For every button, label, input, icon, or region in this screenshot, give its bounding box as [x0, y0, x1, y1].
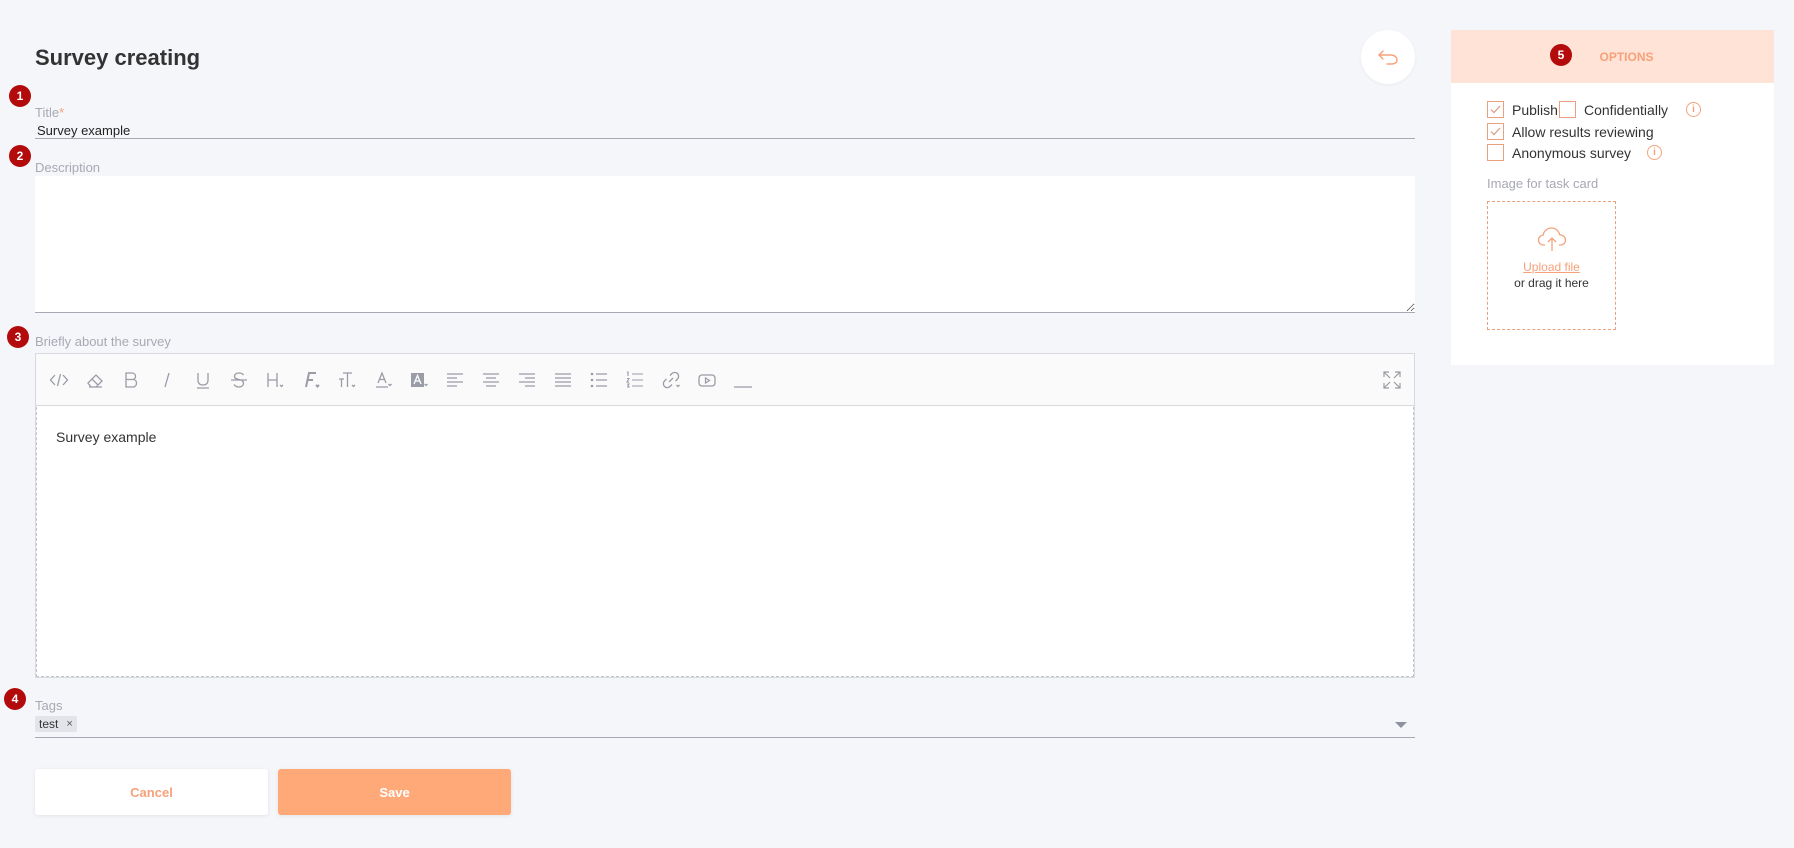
publish-label: Publish [1512, 101, 1558, 118]
step-badge-2: 2 [9, 145, 31, 167]
publish-option: Publish [1487, 101, 1558, 118]
font-size-icon [339, 372, 356, 388]
text-color-button[interactable] [368, 366, 398, 394]
anonymous-option: Anonymous survey [1487, 144, 1631, 161]
step-badge-4: 4 [4, 688, 26, 710]
strikethrough-icon [231, 372, 247, 388]
bold-button[interactable] [116, 366, 146, 394]
italic-icon [164, 372, 170, 388]
save-button[interactable]: Save [278, 769, 511, 815]
align-justify-button[interactable] [548, 366, 578, 394]
editor-toolbar [36, 354, 1414, 406]
options-title: OPTIONS [1599, 49, 1654, 64]
editor-content-area[interactable]: Survey example [36, 407, 1414, 677]
fullscreen-button[interactable] [1377, 366, 1407, 394]
title-underline [35, 138, 1415, 139]
align-right-button[interactable] [512, 366, 542, 394]
numbered-list-button[interactable] [620, 366, 650, 394]
anonymous-info-icon[interactable]: i [1647, 145, 1662, 160]
numbered-list-icon [626, 371, 643, 388]
highlight-button[interactable] [404, 366, 434, 394]
bullet-list-icon [590, 372, 607, 388]
back-button[interactable] [1361, 30, 1415, 84]
align-right-icon [519, 373, 535, 387]
description-label: Description [35, 160, 101, 175]
undo-arrow-icon [1378, 50, 1398, 65]
font-size-button[interactable] [332, 366, 362, 394]
horizontal-rule-button[interactable] [728, 366, 758, 394]
video-icon [698, 374, 716, 387]
align-left-button[interactable] [440, 366, 470, 394]
underline-button[interactable] [188, 366, 218, 394]
heading-button[interactable] [260, 366, 290, 394]
italic-button[interactable] [152, 366, 182, 394]
bold-icon [125, 372, 138, 388]
options-panel: 5 OPTIONS Publish Confidentially i Allow… [1451, 30, 1774, 365]
horizontal-rule-icon [734, 386, 752, 388]
about-label: Briefly about the survey [35, 334, 171, 349]
step-badge-5: 5 [1550, 44, 1572, 66]
align-left-icon [447, 373, 463, 387]
confidentially-option: Confidentially [1559, 101, 1668, 118]
checkmark-icon [1490, 127, 1501, 136]
anonymous-checkbox[interactable] [1487, 144, 1504, 161]
clear-format-button[interactable] [80, 366, 110, 394]
align-center-icon [483, 373, 499, 387]
tags-underline [35, 737, 1415, 738]
underline-icon [197, 373, 209, 389]
checkmark-icon [1490, 105, 1501, 114]
font-family-button[interactable] [296, 366, 326, 394]
required-mark: * [59, 105, 65, 120]
image-label: Image for task card [1487, 176, 1599, 191]
image-dropzone[interactable]: Upload file or drag it here [1487, 201, 1616, 330]
fullscreen-icon [1383, 371, 1401, 389]
highlight-icon [411, 373, 428, 387]
video-button[interactable] [692, 366, 722, 394]
allow-results-label: Allow results reviewing [1512, 123, 1654, 140]
code-view-icon [49, 373, 69, 387]
tag-chip-label: test [39, 717, 59, 731]
title-input[interactable]: Survey example [37, 123, 130, 138]
tag-chip: test × [35, 716, 77, 732]
link-button[interactable] [656, 366, 686, 394]
confidentially-checkbox[interactable] [1559, 101, 1576, 118]
description-textarea[interactable] [35, 176, 1415, 313]
page-title: Survey creating [35, 45, 201, 70]
tag-remove-icon[interactable]: × [66, 718, 72, 730]
step-badge-1: 1 [9, 85, 31, 107]
title-label-text: Title [35, 105, 60, 120]
drag-hint: or drag it here [1514, 276, 1589, 290]
align-center-button[interactable] [476, 366, 506, 394]
strikethrough-button[interactable] [224, 366, 254, 394]
align-justify-icon [555, 373, 571, 387]
cancel-button[interactable]: Cancel [35, 769, 268, 815]
title-label: Title* [35, 105, 64, 120]
tags-label: Tags [35, 698, 63, 713]
bullet-list-button[interactable] [584, 366, 614, 394]
editor-content-text: Survey example [56, 429, 157, 445]
allow-results-checkbox[interactable] [1487, 123, 1504, 140]
options-header: 5 OPTIONS [1451, 30, 1774, 83]
upload-file-link[interactable]: Upload file [1523, 260, 1580, 274]
heading-icon [267, 373, 284, 388]
tags-dropdown-caret-icon[interactable] [1395, 722, 1407, 728]
cloud-upload-icon [1537, 227, 1566, 251]
step-badge-3: 3 [7, 326, 29, 348]
anonymous-label: Anonymous survey [1512, 144, 1632, 161]
allow-results-option: Allow results reviewing [1487, 123, 1654, 140]
confidentially-info-icon[interactable]: i [1686, 102, 1701, 117]
code-view-button[interactable] [44, 366, 74, 394]
link-icon [662, 371, 680, 389]
text-color-icon [376, 371, 392, 388]
publish-checkbox[interactable] [1487, 101, 1504, 118]
rich-text-editor: Survey example [35, 353, 1415, 678]
eraser-icon [87, 374, 103, 388]
confidentially-label: Confidentially [1584, 101, 1669, 118]
font-family-icon [305, 372, 320, 388]
